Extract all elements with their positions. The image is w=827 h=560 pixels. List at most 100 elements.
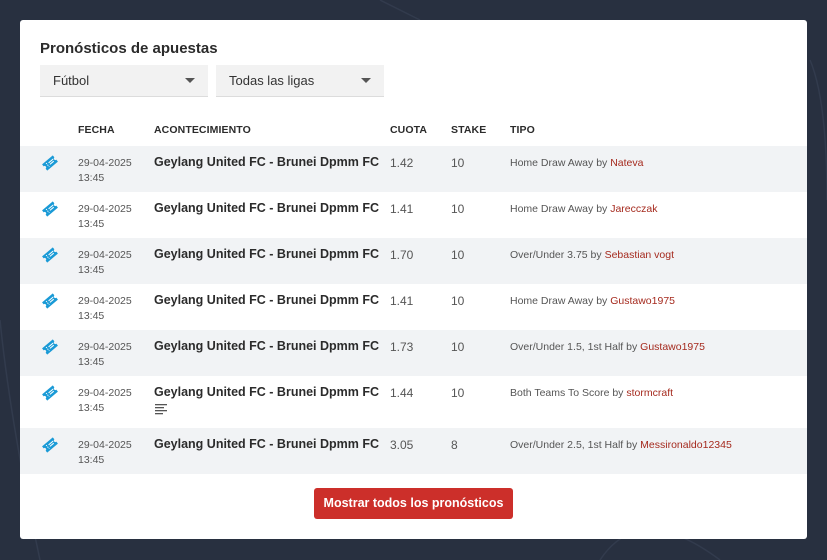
row-stake: 10 (451, 386, 465, 400)
sport-select[interactable]: Fútbol (40, 65, 208, 97)
row-event[interactable]: Geylang United FC - Brunei Dpmm FC (154, 201, 379, 215)
row-tip: Home Draw Away by Nateva (510, 157, 643, 169)
table-row: 29-04-2025 13:45 Geylang United FC - Brune… (20, 284, 807, 330)
row-date: 29-04-2025 13:45 (78, 156, 132, 186)
row-event[interactable]: Geylang United FC - Brunei Dpmm FC (154, 339, 379, 353)
row-date: 29-04-2025 13:45 (78, 340, 132, 370)
ticket-icon[interactable] (40, 199, 60, 219)
row-tipster-link[interactable]: Gustawo1975 (610, 295, 675, 307)
row-tip: Over/Under 2.5, 1st Half by Messironaldo… (510, 439, 732, 451)
row-date-time: 13:45 (78, 454, 105, 466)
row-date-day: 29-04-2025 (78, 341, 132, 353)
page-title: Pronósticos de apuestas (40, 40, 218, 57)
row-tip-type: Over/Under 3.75 (510, 249, 588, 261)
row-event[interactable]: Geylang United FC - Brunei Dpmm FC (154, 247, 379, 261)
row-tipster-link[interactable]: Gustawo1975 (640, 341, 705, 353)
row-date-time: 13:45 (78, 310, 105, 322)
table-row: 29-04-2025 13:45 Geylang United FC - Brune… (20, 330, 807, 376)
row-tipster-link[interactable]: stormcraft (626, 387, 673, 399)
row-tip-type: Over/Under 1.5, 1st Half (510, 341, 624, 353)
table-row: 29-04-2025 13:45 Geylang United FC - Brune… (20, 428, 807, 474)
row-date: 29-04-2025 13:45 (78, 386, 132, 416)
text-lines-icon[interactable] (155, 403, 167, 415)
row-tipster-link[interactable]: Sebastian vogt (605, 249, 674, 261)
row-date: 29-04-2025 13:45 (78, 294, 132, 324)
show-all-predictions-button[interactable]: Mostrar todos los pronósticos (314, 488, 513, 519)
row-date: 29-04-2025 13:45 (78, 438, 132, 468)
row-tip-by: by (596, 157, 608, 169)
row-tip-by: by (596, 203, 608, 215)
row-event[interactable]: Geylang United FC - Brunei Dpmm FC (154, 155, 379, 169)
row-tip-type: Home Draw Away (510, 203, 594, 215)
row-odds: 1.42 (390, 156, 414, 170)
caret-down-icon (185, 78, 195, 83)
table-header: FECHA ACONTECIMIENTO CUOTA STAKE TIPO (20, 124, 807, 146)
row-date: 29-04-2025 13:45 (78, 248, 132, 278)
row-tip: Home Draw Away by Jarecczak (510, 203, 657, 215)
header-tipo: TIPO (510, 124, 535, 136)
row-date: 29-04-2025 13:45 (78, 202, 132, 232)
row-date-day: 29-04-2025 (78, 249, 132, 261)
row-tip: Home Draw Away by Gustawo1975 (510, 295, 675, 307)
row-date-day: 29-04-2025 (78, 439, 132, 451)
row-tip-by: by (612, 387, 624, 399)
league-select[interactable]: Todas las ligas (216, 65, 384, 97)
row-event[interactable]: Geylang United FC - Brunei Dpmm FC (154, 293, 379, 307)
row-event[interactable]: Geylang United FC - Brunei Dpmm FC (154, 437, 379, 451)
row-odds: 1.41 (390, 202, 414, 216)
header-acontecimiento: ACONTECIMIENTO (154, 124, 251, 136)
ticket-icon[interactable] (40, 291, 60, 311)
table-row: 29-04-2025 13:45 Geylang United FC - Brune… (20, 146, 807, 192)
row-date-day: 29-04-2025 (78, 295, 132, 307)
row-date-time: 13:45 (78, 172, 105, 184)
table-row: 29-04-2025 13:45 Geylang United FC - Brune… (20, 192, 807, 238)
ticket-icon[interactable] (40, 337, 60, 357)
row-tipster-link[interactable]: Nateva (610, 157, 643, 169)
row-event[interactable]: Geylang United FC - Brunei Dpmm FC (154, 385, 379, 399)
row-odds: 1.70 (390, 248, 414, 262)
caret-down-icon (361, 78, 371, 83)
ticket-icon[interactable] (40, 435, 60, 455)
row-stake: 10 (451, 294, 465, 308)
predictions-card: Pronósticos de apuestas Fútbol Todas las… (20, 20, 807, 539)
ticket-icon[interactable] (40, 153, 60, 173)
header-stake: STAKE (451, 124, 487, 136)
row-tip-by: by (626, 439, 638, 451)
row-date-day: 29-04-2025 (78, 203, 132, 215)
row-date-time: 13:45 (78, 402, 105, 414)
row-tip: Both Teams To Score by stormcraft (510, 387, 673, 399)
row-odds: 3.05 (390, 438, 414, 452)
row-date-day: 29-04-2025 (78, 157, 132, 169)
row-tip-by: by (626, 341, 638, 353)
row-odds: 1.73 (390, 340, 414, 354)
row-odds: 1.44 (390, 386, 414, 400)
row-tipster-link[interactable]: Jarecczak (610, 203, 657, 215)
header-cuota: CUOTA (390, 124, 428, 136)
row-odds: 1.41 (390, 294, 414, 308)
row-date-time: 13:45 (78, 264, 105, 276)
row-tip-type: Over/Under 2.5, 1st Half (510, 439, 624, 451)
league-select-value: Todas las ligas (229, 73, 315, 88)
row-date-day: 29-04-2025 (78, 387, 132, 399)
row-stake: 10 (451, 202, 465, 216)
row-tip-type: Home Draw Away (510, 157, 594, 169)
row-tip: Over/Under 1.5, 1st Half by Gustawo1975 (510, 341, 705, 353)
row-date-time: 13:45 (78, 218, 105, 230)
table-row: 29-04-2025 13:45 Geylang United FC - Brune… (20, 238, 807, 284)
row-tip-type: Both Teams To Score (510, 387, 610, 399)
row-tip: Over/Under 3.75 by Sebastian vogt (510, 249, 674, 261)
sport-select-value: Fútbol (53, 73, 90, 88)
table-row: 29-04-2025 13:45 Geylang United FC - Brune… (20, 376, 807, 428)
row-tip-type: Home Draw Away (510, 295, 594, 307)
row-date-time: 13:45 (78, 356, 105, 368)
row-tip-by: by (596, 295, 608, 307)
row-stake: 10 (451, 248, 465, 262)
row-stake: 10 (451, 156, 465, 170)
header-fecha: FECHA (78, 124, 115, 136)
row-stake: 10 (451, 340, 465, 354)
ticket-icon[interactable] (40, 383, 60, 403)
ticket-icon[interactable] (40, 245, 60, 265)
row-tip-by: by (590, 249, 602, 261)
row-tipster-link[interactable]: Messironaldo12345 (640, 439, 732, 451)
row-stake: 8 (451, 438, 458, 452)
